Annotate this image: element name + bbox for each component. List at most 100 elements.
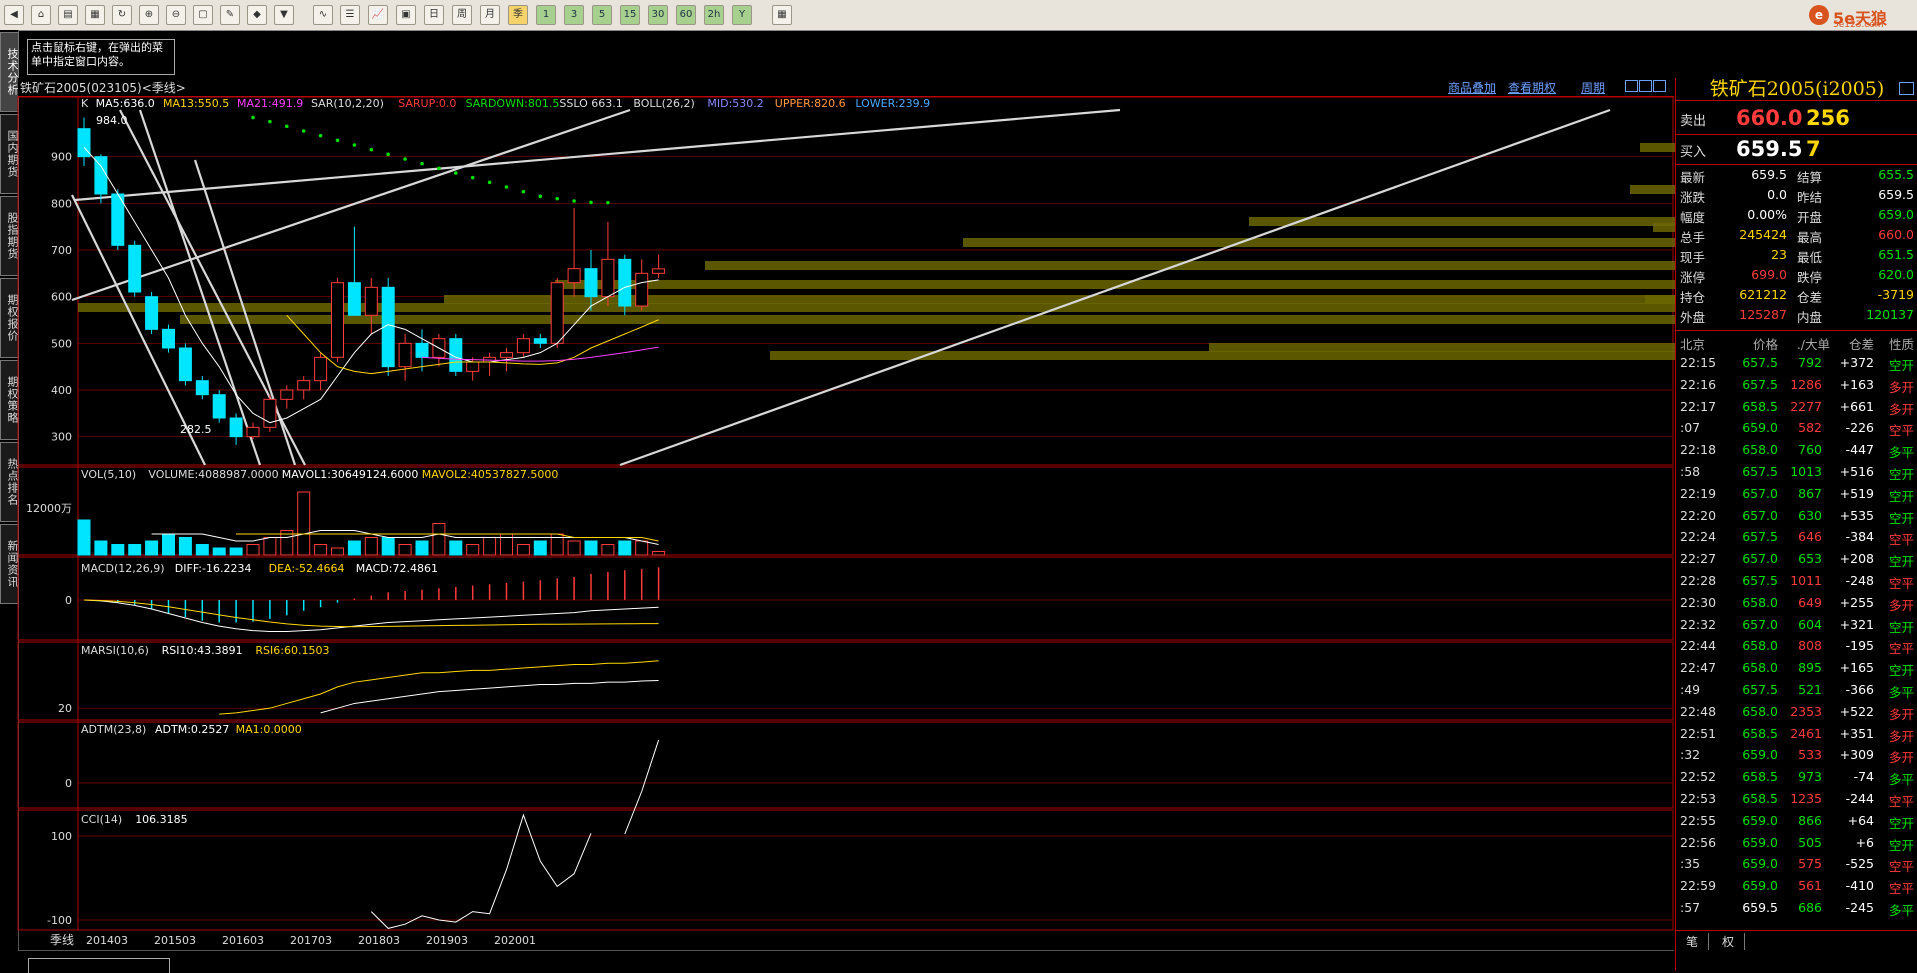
trend-line [71, 108, 631, 302]
volume-profile-bar [180, 315, 1675, 324]
stat-value: 245424 [1739, 227, 1787, 242]
tick-row[interactable]: :57 659.5 686 -245 多平 [1676, 897, 1917, 919]
macd-legend-item: MACD:72.4861 [356, 562, 438, 575]
tick-row[interactable]: :32 659.0 533 +309 多开 [1676, 744, 1917, 766]
tab-weights[interactable]: 权 [1712, 933, 1746, 950]
tick-row[interactable]: 22:27 657.0 653 +208 空开 [1676, 548, 1917, 570]
quote-tabs: 笔 权 [1676, 930, 1917, 951]
x-tick-label: 201803 [358, 934, 400, 947]
sar-dot [386, 152, 391, 157]
stat-label: 最低 [1797, 250, 1823, 265]
cci-line [370, 813, 592, 929]
chart-header: 铁矿石2005(023105)<季线> 商品叠加 查看期权 周期 [18, 78, 1674, 97]
candle-body [229, 417, 243, 438]
candle-body [618, 258, 632, 307]
tick-oi-change: +661 [1839, 398, 1874, 414]
candle-body [347, 282, 361, 316]
volume-profile-bar [1630, 185, 1675, 194]
tick-time: 22:48 [1680, 703, 1717, 719]
view-options-link[interactable]: 查看期权 [1508, 79, 1556, 96]
stat-label: 内盘 [1797, 310, 1823, 325]
x-tick-label: 201603 [222, 934, 264, 947]
maximize-icon[interactable] [1653, 80, 1666, 92]
tick-volume: 895 [1798, 660, 1822, 676]
tick-row[interactable]: 22:19 657.0 867 +519 空开 [1676, 483, 1917, 505]
tick-row[interactable]: 22:59 659.0 561 -410 空平 [1676, 875, 1917, 897]
x-tick-label: 201703 [290, 934, 332, 947]
tick-row[interactable]: :35 659.0 575 -525 空平 [1676, 853, 1917, 875]
tick-row[interactable]: 22:51 658.5 2461 +351 多开 [1676, 723, 1917, 745]
minimize-icon[interactable] [1625, 80, 1638, 92]
tick-time: 22:27 [1680, 551, 1717, 567]
sar-dot [251, 115, 255, 120]
tick-nature: 空开 [1888, 663, 1914, 679]
tick-volume: 653 [1798, 551, 1822, 567]
volume-bar [347, 540, 361, 556]
sell-price: 660.0 [1736, 106, 1803, 130]
stat-row: 现手 23 最低 651.5 [1676, 245, 1917, 265]
tick-row[interactable]: 22:53 658.5 1235 -244 空平 [1676, 788, 1917, 810]
tick-price: 658.0 [1742, 638, 1778, 654]
volume-bar [652, 551, 666, 556]
tick-row[interactable]: 22:55 659.0 866 +64 空开 [1676, 810, 1917, 832]
stat-value: 659.0 [1878, 207, 1914, 222]
stat-row: 总手 245424 最高 660.0 [1676, 225, 1917, 245]
volume-bar [466, 544, 480, 556]
tick-row[interactable]: 22:47 658.0 895 +165 空开 [1676, 657, 1917, 679]
tick-oi-change: -384 [1845, 529, 1874, 545]
x-tick-label: 202001 [494, 934, 536, 947]
main-legend-item: SARDOWN:801.5 [466, 97, 560, 110]
candle-body [652, 268, 666, 274]
tick-row[interactable]: :49 657.5 521 -366 多平 [1676, 679, 1917, 701]
adtm-axis-label: 0 [65, 777, 72, 790]
tick-oi-change: +163 [1839, 376, 1874, 392]
tick-row[interactable]: :58 657.5 1013 +516 空开 [1676, 461, 1917, 483]
chart-title: 铁矿石2005(023105)<季线> [20, 81, 186, 95]
tick-volume: 575 [1798, 856, 1822, 872]
candle-body [297, 380, 311, 391]
chart-area[interactable]: 900 800 700 600 500 400 300 984.0 282.5 K MA5:636.… [0, 0, 1675, 971]
tick-row[interactable]: 22:24 657.5 646 -384 空平 [1676, 526, 1917, 548]
tab-ticks[interactable]: 笔 [1676, 933, 1710, 950]
tick-row[interactable]: 22:17 658.5 2277 +661 多开 [1676, 396, 1917, 418]
volume-bar [449, 540, 463, 556]
main-legend-item: MID:530.2 [707, 97, 763, 110]
panel-window-icon[interactable] [1899, 82, 1914, 95]
candle-body [516, 338, 530, 354]
tick-price: 659.5 [1742, 900, 1778, 915]
volume-bar [178, 537, 192, 556]
tick-row[interactable]: 22:15 657.5 792 +372 空开 [1676, 352, 1917, 374]
tick-row[interactable]: 22:44 658.0 808 -195 空平 [1676, 635, 1917, 657]
tick-row[interactable]: 22:48 658.0 2353 +522 多开 [1676, 701, 1917, 723]
tick-row[interactable]: 22:20 657.0 630 +535 空开 [1676, 505, 1917, 527]
tick-row[interactable]: 22:18 658.0 760 -447 多平 [1676, 439, 1917, 461]
sar-dot [470, 175, 475, 180]
stat-row: 最新 659.5 结算 655.5 [1676, 165, 1917, 185]
tick-row[interactable]: 22:56 659.0 505 +6 空开 [1676, 832, 1917, 854]
tick-nature: 多开 [1888, 597, 1914, 613]
low-price-label: 282.5 [180, 423, 212, 436]
tick-row[interactable]: :07 659.0 582 -226 空平 [1676, 417, 1917, 439]
tick-row[interactable]: 22:52 658.5 973 -74 多平 [1676, 766, 1917, 788]
tick-row[interactable]: 22:28 657.5 1011 -248 空平 [1676, 570, 1917, 592]
stat-value: 659.5 [1751, 167, 1787, 182]
sar-dot [335, 138, 340, 143]
tick-volume: 973 [1798, 769, 1822, 785]
tick-time: 22:19 [1680, 485, 1717, 501]
tick-volume: 582 [1798, 420, 1822, 436]
main-legend-item: BOLL(26,2) [633, 97, 694, 110]
tick-row[interactable]: 22:30 658.0 649 +255 多开 [1676, 592, 1917, 614]
volume-bar [162, 533, 175, 556]
commodity-overlay-link[interactable]: 商品叠加 [1448, 79, 1496, 96]
main-legend-item: UPPER:820.6 [775, 97, 846, 110]
sar-dot [521, 189, 526, 194]
tick-oi-change: +64 [1847, 812, 1874, 828]
tick-row[interactable]: 22:16 657.5 1286 +163 多开 [1676, 374, 1917, 396]
tick-header: 北京 价格 ./大单 仓差 性质 [1676, 330, 1917, 352]
buy-volume: 7 [1806, 137, 1821, 161]
tick-nature: 多平 [1888, 772, 1914, 788]
restore-icon[interactable] [1639, 80, 1652, 92]
tick-price: 658.0 [1742, 442, 1778, 458]
tick-row[interactable]: 22:32 657.0 604 +321 空开 [1676, 614, 1917, 636]
period-link[interactable]: 周期 [1581, 79, 1605, 96]
